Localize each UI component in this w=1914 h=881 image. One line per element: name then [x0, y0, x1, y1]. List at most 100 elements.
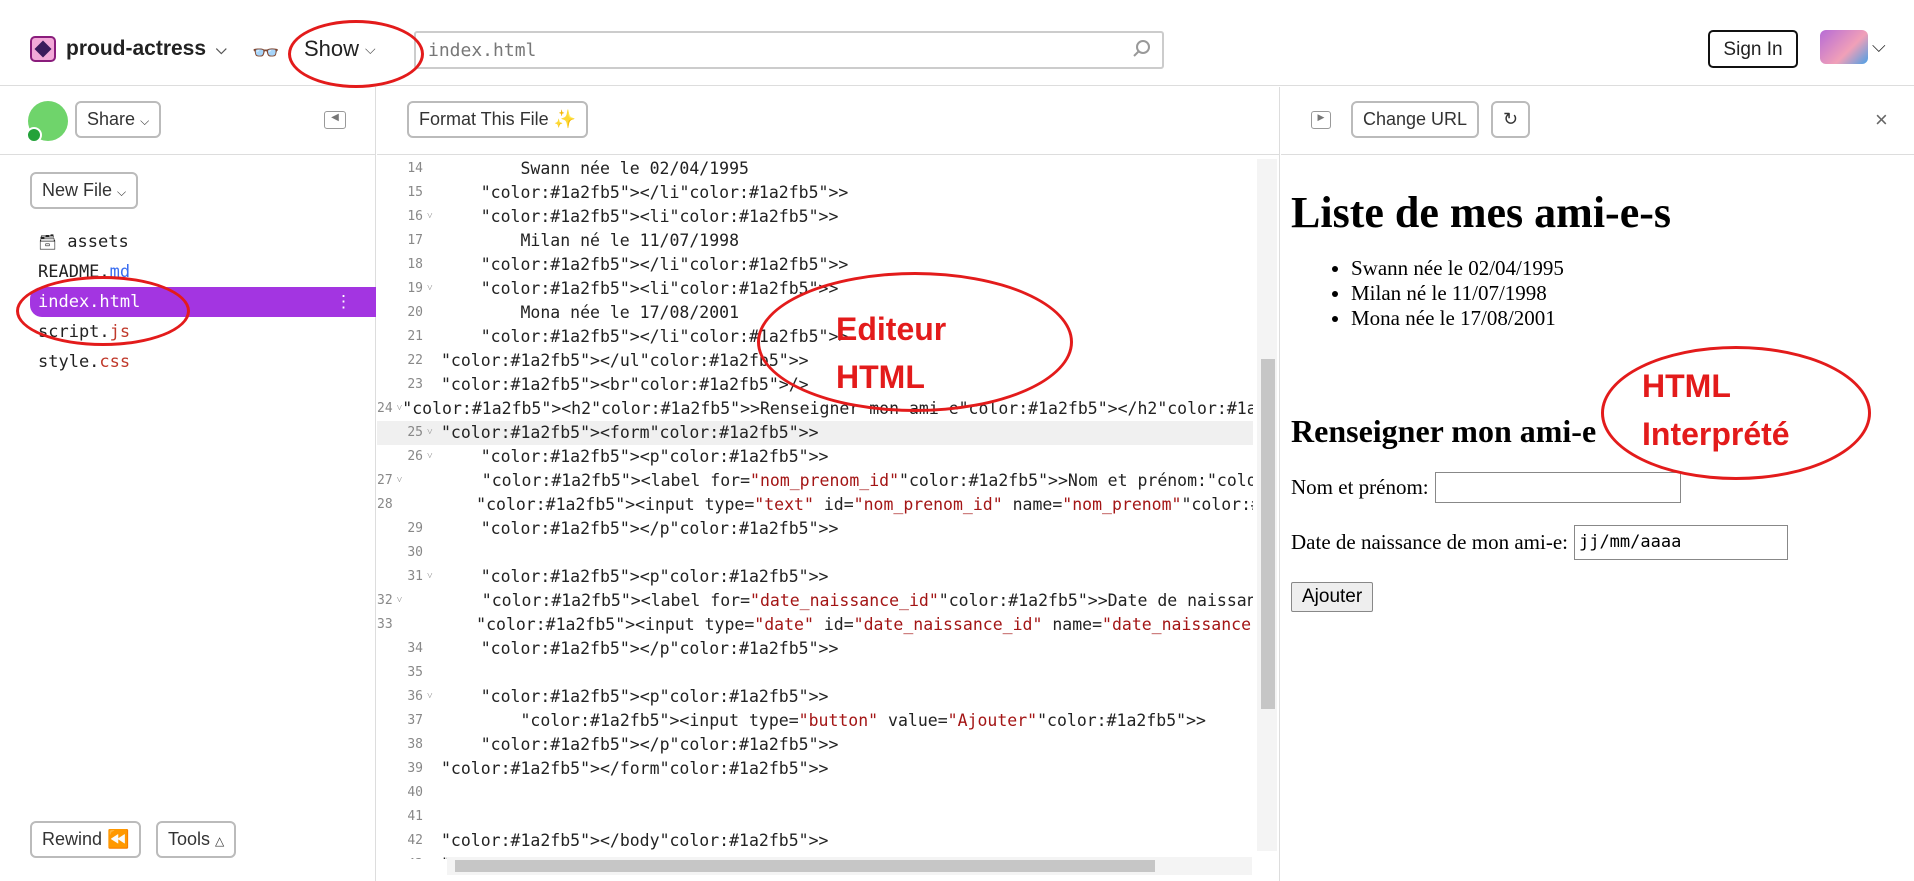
format-file-button[interactable]: Format This File ✨	[407, 101, 589, 138]
fold-chevron-icon[interactable]: ˅	[427, 445, 441, 469]
editor-header: Format This File ✨	[377, 87, 1279, 155]
rewind-label: Rewind	[42, 829, 103, 849]
kebab-menu-icon[interactable]: ⋮	[335, 287, 352, 317]
fold-chevron-icon[interactable]: ˅	[427, 565, 441, 589]
fold-gutter	[427, 853, 441, 859]
fold-gutter	[427, 349, 441, 373]
sparkle-icon: ✨	[553, 109, 577, 129]
sidebar-header: Share ⌵ ◀	[0, 87, 375, 155]
chevron-up-icon: △	[215, 834, 225, 848]
chevron-down-icon[interactable]: ⌵	[1872, 36, 1886, 57]
code-text: "color:#1a2fb5"></form"color:#1a2fb5">>	[441, 759, 829, 778]
chevron-down-icon: ⌵	[117, 185, 127, 199]
code-text: "color:#1a2fb5"><input type="date" id="d…	[476, 615, 1253, 634]
friends-list: Swann née le 02/04/1995 Milan né le 11/0…	[1351, 256, 1788, 331]
preview-annotation: HTML Interprété	[1642, 362, 1790, 458]
code-text: "color:#1a2fb5"></p"color:#1a2fb5">>	[480, 735, 839, 754]
file-item-style-css[interactable]: style.css	[0, 347, 376, 377]
format-label: Format This File	[419, 109, 549, 129]
glasses-icon: 👓	[252, 40, 280, 65]
list-item: Mona née le 17/08/2001	[1351, 306, 1788, 331]
fold-gutter	[427, 829, 441, 853]
annotation-text: Interprété	[1642, 416, 1790, 452]
line-number: 24	[377, 401, 393, 416]
new-file-label: New File	[42, 180, 113, 200]
file-name: assets	[67, 232, 129, 252]
vertical-scrollbar[interactable]	[1257, 159, 1277, 851]
fold-chevron-icon[interactable]: ˅	[427, 205, 441, 229]
line-number: 30	[407, 545, 423, 560]
line-number: 28	[377, 497, 393, 512]
date-input[interactable]: jj/mm/aaaa	[1573, 525, 1788, 560]
code-area[interactable]: 14 Swann née le 02/04/1995 15 "color:#1a2…	[377, 157, 1253, 859]
line-number: 36	[407, 689, 423, 704]
code-line: 31 ˅ "color:#1a2fb5"><p"color:#1a2fb5">>	[377, 565, 1253, 589]
user-avatar[interactable]	[1820, 30, 1868, 64]
project-name: proud-actress	[66, 37, 207, 60]
line-number: 25	[407, 425, 423, 440]
code-line: 16 ˅ "color:#1a2fb5"><li"color:#1a2fb5">>	[377, 205, 1253, 229]
code-text: "color:#1a2fb5"><br"color:#1a2fb5">/>	[441, 375, 809, 394]
play-icon[interactable]: ▶	[1311, 111, 1331, 129]
date-row: Date de naissance de mon ami-e: jj/mm/aa…	[1291, 525, 1788, 560]
share-button[interactable]: Share ⌵	[75, 101, 162, 138]
code-line: 15 "color:#1a2fb5"></li"color:#1a2fb5">>	[377, 181, 1253, 205]
line-number: 33	[377, 617, 393, 632]
code-line: 14 Swann née le 02/04/1995	[377, 157, 1253, 181]
refresh-icon[interactable]: ↻	[1491, 101, 1531, 138]
new-file-button[interactable]: New File ⌵	[30, 172, 139, 209]
fold-gutter	[427, 229, 441, 253]
code-text: "color:#1a2fb5"><p"color:#1a2fb5">>	[480, 687, 829, 706]
file-search-input[interactable]: index.html	[414, 31, 1164, 69]
name-label: Nom et prénom:	[1291, 475, 1429, 499]
line-number: 37	[407, 713, 423, 728]
user-status-avatar[interactable]	[26, 101, 68, 143]
line-number: 43	[377, 853, 427, 859]
sign-in-button[interactable]: Sign In	[1708, 30, 1798, 68]
search-value: index.html	[428, 40, 537, 61]
code-line: 24 ˅ "color:#1a2fb5"><h2"color:#1a2fb5">>R…	[377, 397, 1253, 421]
fold-chevron-icon[interactable]: ˅	[427, 421, 441, 445]
list-item: Milan né le 11/07/1998	[1351, 281, 1788, 306]
file-item-assets[interactable]: 🗃 assets	[0, 227, 376, 257]
change-url-button[interactable]: Change URL	[1351, 101, 1480, 138]
rewind-button[interactable]: Rewind ⏪	[30, 821, 142, 858]
code-line: 25 ˅ "color:#1a2fb5"><form"color:#1a2fb5">…	[377, 421, 1253, 445]
project-menu[interactable]: proud-actress ⌵	[30, 36, 227, 62]
line-number: 39	[407, 761, 423, 776]
collapse-sidebar-icon[interactable]: ◀	[324, 111, 346, 129]
line-number: 38	[407, 737, 423, 752]
search-icon	[1132, 39, 1152, 64]
annotation-circle	[16, 276, 190, 346]
fold-chevron-icon[interactable]: ˅	[427, 277, 441, 301]
line-number: 35	[407, 665, 423, 680]
fold-gutter	[427, 517, 441, 541]
line-number: 34	[407, 641, 423, 656]
add-button[interactable]: Ajouter	[1291, 582, 1374, 612]
share-label: Share	[87, 109, 136, 129]
fold-gutter	[427, 541, 441, 565]
tools-button[interactable]: Tools △	[156, 821, 237, 858]
code-line: 18 "color:#1a2fb5"></li"color:#1a2fb5">>	[377, 253, 1253, 277]
code-editor-panel: Format This File ✨ 14 Swann née le 02/04…	[377, 87, 1280, 881]
file-ext: css	[99, 352, 131, 372]
code-line: 28 "color:#1a2fb5"><input type="text" id…	[377, 493, 1253, 517]
code-text: "color:#1a2fb5"><p"color:#1a2fb5">>	[480, 447, 829, 466]
fold-gutter	[427, 301, 441, 325]
line-number: 32	[377, 593, 393, 608]
chevron-down-icon: ⌵	[140, 114, 150, 128]
rendered-h1: Liste de mes ami-e-s	[1291, 188, 1672, 237]
fold-gutter	[427, 637, 441, 661]
code-text: "color:#1a2fb5"></ul"color:#1a2fb5">>	[441, 351, 809, 370]
code-text: Milan né le 11/07/1998	[441, 231, 740, 250]
fold-gutter	[427, 709, 441, 733]
fold-chevron-icon[interactable]: ˅	[427, 685, 441, 709]
horizontal-scrollbar[interactable]	[447, 857, 1252, 875]
code-text: "color:#1a2fb5"><p"color:#1a2fb5">>	[480, 567, 829, 586]
line-number: 27	[377, 473, 393, 488]
date-label: Date de naissance de mon ami-e:	[1291, 530, 1568, 554]
fold-gutter	[427, 805, 441, 829]
close-icon[interactable]: ×	[1875, 107, 1888, 133]
name-input[interactable]	[1434, 472, 1681, 503]
top-bar: proud-actress ⌵ 👓 Show ⌵ index.html Sign…	[0, 0, 1914, 86]
